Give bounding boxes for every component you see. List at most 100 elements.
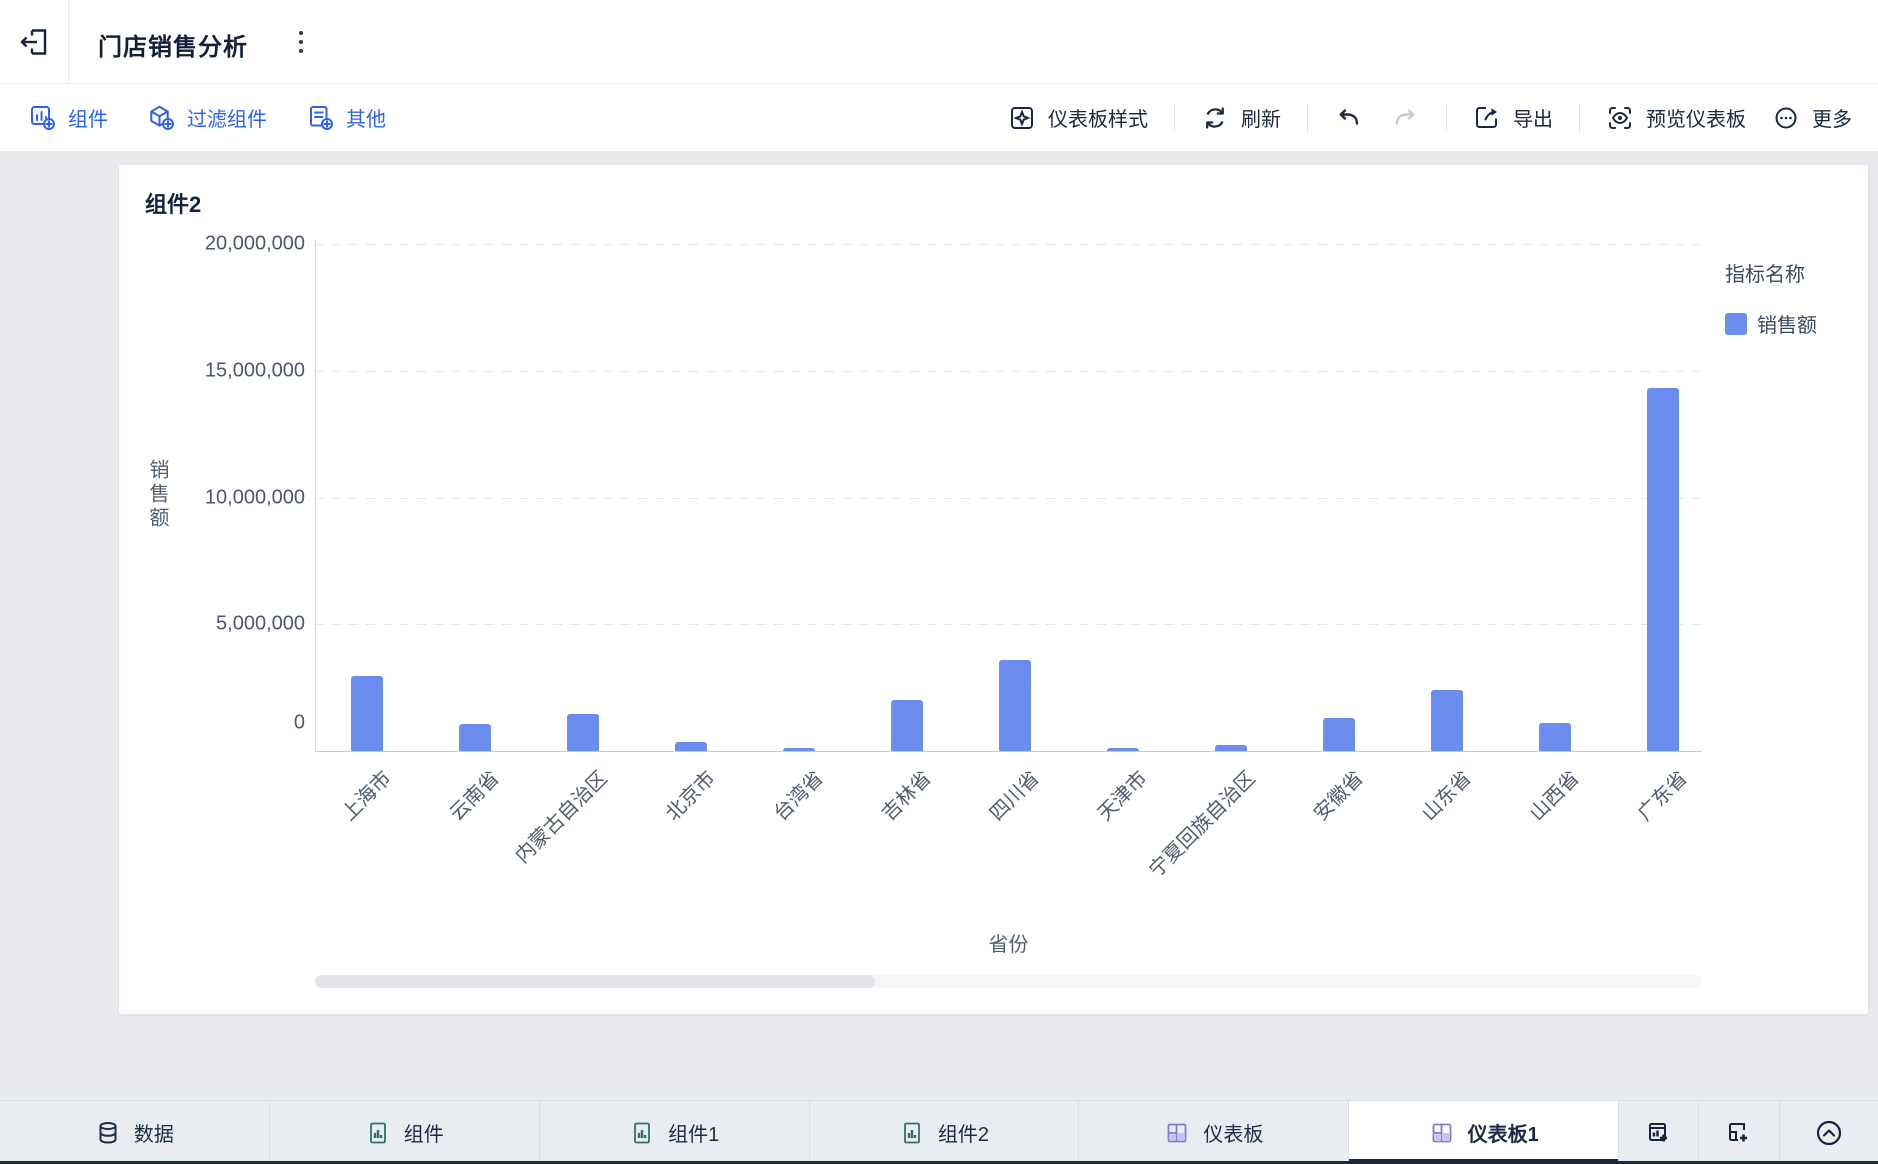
- collapse-panel-button[interactable]: [1780, 1101, 1878, 1164]
- bar-吉林省[interactable]: [891, 700, 923, 751]
- refresh-icon: [1201, 104, 1229, 132]
- y-tick-label: 5,000,000: [216, 612, 305, 635]
- widget-card[interactable]: 组件2 0 5,000,000 10,000,000 15,000,000 20,000…: [119, 165, 1868, 1014]
- y-tick-label: 10,000,000: [204, 486, 305, 508]
- bar-广东省[interactable]: [1647, 388, 1679, 751]
- chart-page-icon: [899, 1120, 925, 1146]
- filter-cube-add-icon: [148, 104, 175, 131]
- tab-label: 组件: [403, 1124, 444, 1146]
- chart-page-icon: [629, 1120, 655, 1146]
- x-tick-label: 宁夏回族自治区: [1145, 767, 1260, 882]
- refresh-label: 刷新: [1241, 109, 1281, 131]
- y-axis-title: 销售额: [146, 459, 168, 531]
- x-tick-label: 内蒙古自治区: [511, 767, 612, 868]
- bar-宁夏回族自治区[interactable]: [1215, 745, 1247, 751]
- export-button[interactable]: 导出: [1473, 103, 1553, 132]
- legend-title: 指标名称: [1725, 264, 1805, 286]
- exit-icon[interactable]: [16, 24, 52, 60]
- add-filter-component-button[interactable]: 过滤组件: [148, 103, 267, 132]
- bar-山东省[interactable]: [1431, 690, 1463, 751]
- toolbar-separator: [1446, 102, 1447, 133]
- x-tick-label: 山东省: [1417, 767, 1476, 826]
- bar-四川省[interactable]: [999, 659, 1031, 751]
- export-label: 导出: [1513, 109, 1553, 131]
- preview-dashboard-button[interactable]: 预览仪表板: [1606, 103, 1746, 132]
- legend-item-label: 销售额: [1757, 315, 1817, 337]
- x-tick-label: 天津市: [1093, 767, 1152, 826]
- legend-swatch: [1725, 312, 1747, 335]
- gridline: [315, 244, 1702, 245]
- tab-label: 数据: [133, 1124, 174, 1146]
- chevron-up-circle-icon: [1813, 1117, 1845, 1149]
- chart-h-scrollbar-track[interactable]: [315, 975, 1702, 988]
- tab-label: 仪表板1: [1467, 1124, 1539, 1146]
- y-axis-line: [315, 240, 316, 751]
- tab-data[interactable]: 数据: [0, 1101, 270, 1164]
- more-button[interactable]: 更多: [1772, 103, 1852, 132]
- legend-item[interactable]: 销售额: [1725, 309, 1817, 338]
- bottom-tab-bar: 数据 组件 组件1 组件2 仪表板 仪表板1: [0, 1100, 1878, 1164]
- export-icon: [1473, 104, 1501, 132]
- tab-component2[interactable]: 组件2: [810, 1101, 1080, 1164]
- preview-eye-icon: [1606, 104, 1634, 132]
- add-component-tab-button[interactable]: [1619, 1101, 1700, 1164]
- add-other-button[interactable]: 其他: [307, 103, 386, 132]
- refresh-button[interactable]: 刷新: [1201, 103, 1281, 132]
- dashboard-grid-icon: [1429, 1120, 1455, 1146]
- add-dashboard-tab-icon: [1725, 1119, 1753, 1147]
- gridline: [315, 370, 1702, 372]
- more-menu-icon[interactable]: [288, 26, 314, 58]
- toolbar-separator: [1174, 102, 1175, 133]
- chart-add-icon: [29, 104, 56, 131]
- add-other-label: 其他: [346, 109, 386, 131]
- bar-上海市[interactable]: [351, 676, 383, 751]
- tab-dashboard1-active[interactable]: 仪表板1: [1349, 1101, 1620, 1164]
- x-axis-title: 省份: [988, 934, 1029, 956]
- x-tick-label: 台湾省: [769, 767, 828, 826]
- add-filter-component-label: 过滤组件: [187, 109, 267, 131]
- add-chart-tab-icon: [1645, 1119, 1673, 1147]
- bar-云南省[interactable]: [459, 724, 491, 751]
- y-tick-label: 20,000,000: [204, 232, 305, 255]
- x-axis-line: [315, 751, 1702, 752]
- database-icon: [95, 1120, 121, 1146]
- bar-内蒙古自治区[interactable]: [567, 714, 599, 751]
- undo-button[interactable]: [1334, 104, 1364, 132]
- dashboard-grid-icon: [1164, 1120, 1190, 1146]
- tab-component[interactable]: 组件: [270, 1101, 540, 1164]
- bar-北京市[interactable]: [675, 742, 707, 751]
- chart-h-scrollbar-thumb[interactable]: [315, 975, 875, 988]
- header-bar: 门店销售分析: [0, 0, 1878, 83]
- dashboard-style-button[interactable]: 仪表板样式: [1008, 103, 1148, 132]
- add-component-button[interactable]: 组件: [29, 103, 108, 132]
- add-component-label: 组件: [68, 109, 108, 131]
- y-tick-label: 15,000,000: [204, 359, 305, 382]
- redo-button[interactable]: [1390, 104, 1420, 132]
- redo-icon: [1390, 104, 1420, 132]
- bar-台湾省[interactable]: [783, 747, 815, 751]
- plot-area: 0 5,000,000 10,000,000 15,000,000 20,000,000…: [119, 165, 1868, 1014]
- add-dashboard-tab-button[interactable]: [1699, 1101, 1781, 1164]
- more-label: 更多: [1812, 109, 1852, 131]
- toolbar-left-group: 组件 过滤组件 其他: [0, 103, 386, 132]
- undo-icon: [1334, 104, 1364, 132]
- preview-dashboard-label: 预览仪表板: [1646, 109, 1746, 131]
- bar-安徽省[interactable]: [1323, 718, 1355, 751]
- x-tick-label: 山西省: [1525, 767, 1584, 826]
- gridline: [315, 497, 1702, 499]
- y-tick-label: 0: [293, 711, 305, 734]
- gridline: [315, 624, 1702, 626]
- document-add-icon: [307, 104, 334, 131]
- tab-dashboard[interactable]: 仪表板: [1079, 1101, 1350, 1164]
- dashboard-canvas: 组件2 0 5,000,000 10,000,000 15,000,000 20,000…: [0, 152, 1878, 1100]
- tab-label: 组件2: [937, 1124, 990, 1146]
- dashboard-style-label: 仪表板样式: [1048, 109, 1148, 131]
- tab-component1[interactable]: 组件1: [540, 1101, 810, 1164]
- bar-山西省[interactable]: [1539, 723, 1571, 751]
- tab-label: 仪表板: [1203, 1124, 1264, 1146]
- header-divider: [68, 0, 69, 83]
- bar-天津市[interactable]: [1107, 748, 1139, 751]
- app-root: 门店销售分析 组件 过滤组件 其他 仪表板样式 刷新 导出 预览仪表板 更多 组…: [0, 0, 1878, 1164]
- chart-legend: 指标名称 销售额: [1725, 258, 1817, 338]
- circle-ellipsis-icon: [1772, 104, 1800, 132]
